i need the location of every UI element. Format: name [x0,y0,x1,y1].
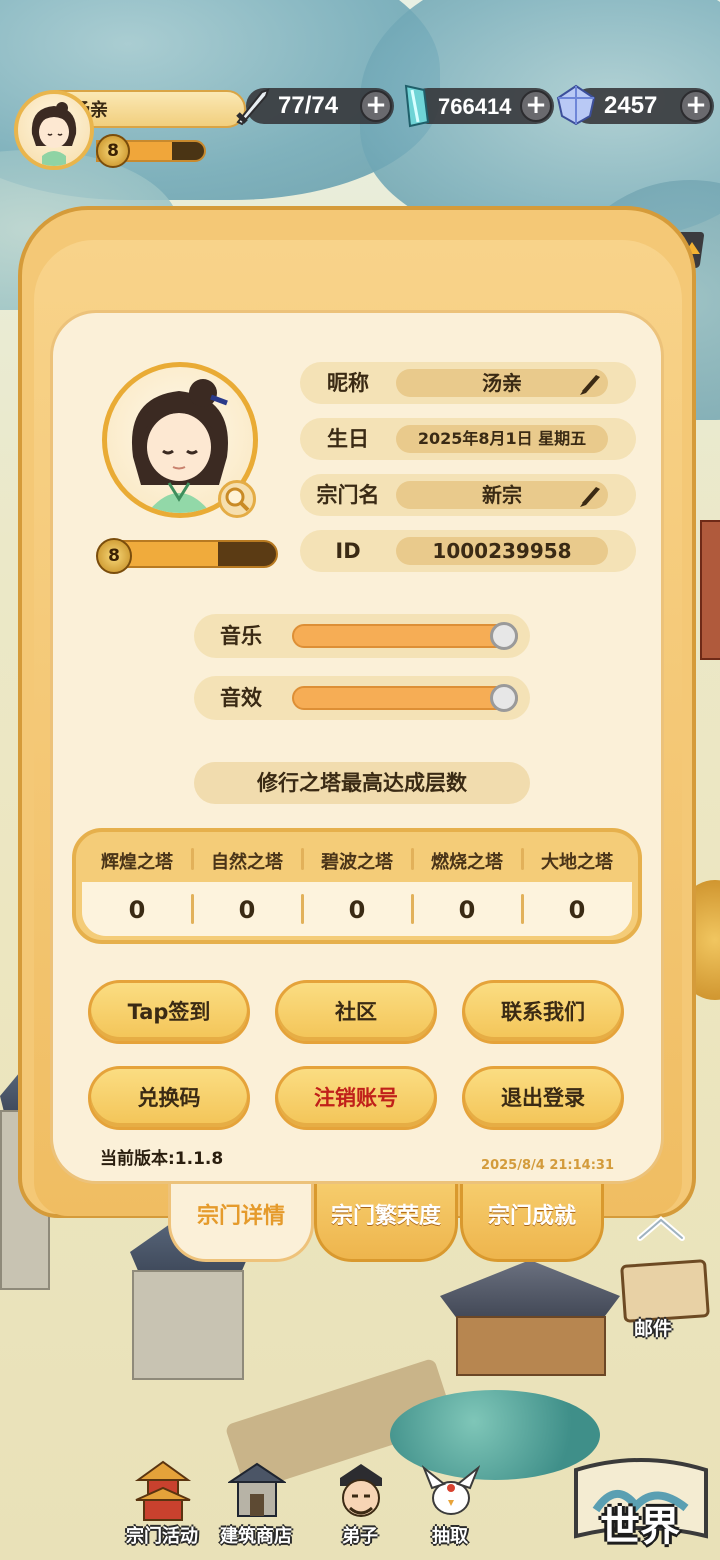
column-divider [191,848,194,870]
sword-icon [236,88,270,126]
column-divider [191,894,194,924]
sfx-slider[interactable] [292,684,518,712]
profile-level-badge: 8 [96,538,132,574]
tower-floor-value: 0 [238,896,256,924]
nav-label: 建筑商店 [220,1526,292,1547]
tower-column-header: 碧波之塔 [321,852,393,873]
version-text: 当前版本:1.1.8 [100,1149,224,1169]
stamina-value: 77/74 [278,92,339,119]
tower-floor-value: 0 [458,896,476,924]
contact-us-button[interactable]: 联系我们 [462,980,624,1044]
crane-icon [422,1465,480,1515]
pagoda [132,1270,244,1380]
add-diamond-button[interactable]: + [680,90,712,122]
birthday-value: 2025年8月1日 星期五 [396,425,608,453]
chevron-up-icon[interactable] [634,1214,688,1242]
shop-roof [440,1260,620,1320]
nav-label: 弟子 [342,1526,378,1547]
music-label: 音乐 [220,624,262,648]
disciple-face-icon [340,1464,382,1517]
add-jade-button[interactable]: + [520,90,552,122]
profile-exp-bar [116,540,278,568]
sfx-label: 音效 [220,686,262,710]
column-divider [301,894,304,924]
column-divider [301,848,304,870]
tower-column-header: 大地之塔 [541,852,613,873]
tower-floor-value: 0 [568,896,586,924]
music-slider[interactable] [292,622,518,650]
column-divider [521,894,524,924]
birthday-label: 生日 [327,427,369,451]
nickname-label: 昵称 [327,371,369,395]
magnify-icon[interactable] [218,480,256,518]
music-row: 音乐 [194,614,530,658]
diamond-value: 2457 [604,92,658,119]
building-shop-icon [228,1462,286,1517]
tower-record-title: 修行之塔最高达成层数 [194,762,530,804]
sfx-slider-knob[interactable] [490,684,518,712]
sfx-row: 音效 [194,676,530,720]
tower-record-table: 辉煌之塔 自然之塔 碧波之塔 燃烧之塔 大地之塔 0 0 0 0 0 [72,828,642,944]
tower-table-values: 0 0 0 0 0 [82,882,632,936]
column-divider [521,848,524,870]
tab-sect-achievements[interactable]: 宗门成就 [460,1184,604,1262]
tower-table-header: 辉煌之塔 自然之塔 碧波之塔 燃烧之塔 大地之塔 [82,836,632,882]
jade-crystal-icon [404,84,430,128]
player-card[interactable]: 汤亲 8 [14,90,246,170]
tab-sect-prosperity[interactable]: 宗门繁荣度 [314,1184,458,1262]
tower-floor-value: 0 [128,896,146,924]
mail-label[interactable]: 邮件 [634,1314,672,1341]
column-divider [411,894,414,924]
delete-account-button[interactable]: 注销账号 [275,1066,437,1130]
nav-sect-activity[interactable]: 宗门活动 [112,1458,212,1554]
timestamp-text: 2025/8/4 21:14:31 [481,1158,614,1173]
birthday-row: 生日 2025年8月1日 星期五 [300,418,636,460]
add-stamina-button[interactable]: + [360,90,392,122]
column-divider [411,848,414,870]
logout-button[interactable]: 退出登录 [462,1066,624,1130]
music-slider-knob[interactable] [490,622,518,650]
building [700,520,720,660]
nav-label: 抽取 [432,1526,468,1547]
pagoda-icon [134,1460,192,1521]
id-value: 1000239958 [396,537,608,565]
nav-gacha[interactable]: 抽取 [400,1458,500,1554]
nav-disciples[interactable]: 弟子 [310,1458,410,1554]
world-button[interactable]: 世界 [600,1494,680,1552]
tower-column-header: 辉煌之塔 [101,852,173,873]
diamond-gem-icon [556,84,596,126]
player-avatar[interactable] [14,90,94,170]
id-label: ID [335,539,361,563]
player-level-badge: 8 [96,134,130,168]
edit-brush-icon[interactable] [576,369,604,397]
sect-name-row: 宗门名 新宗 [300,474,636,516]
nav-label: 宗门活动 [126,1526,198,1547]
id-row: ID 1000239958 [300,530,636,572]
redeem-code-button[interactable]: 兑换码 [88,1066,250,1130]
tower-column-header: 燃烧之塔 [431,852,503,873]
tower-column-header: 自然之塔 [211,852,283,873]
tab-sect-details[interactable]: 宗门详情 [168,1184,314,1262]
community-button[interactable]: 社区 [275,980,437,1044]
nav-building-shop[interactable]: 建筑商店 [206,1458,306,1554]
checkin-button[interactable]: Tap签到 [88,980,250,1044]
nickname-row: 昵称 汤亲 [300,362,636,404]
jade-value: 766414 [438,94,512,119]
sect-name-label: 宗门名 [316,483,380,507]
tower-floor-value: 0 [348,896,366,924]
edit-brush-icon[interactable] [576,481,604,509]
shop [456,1316,606,1376]
